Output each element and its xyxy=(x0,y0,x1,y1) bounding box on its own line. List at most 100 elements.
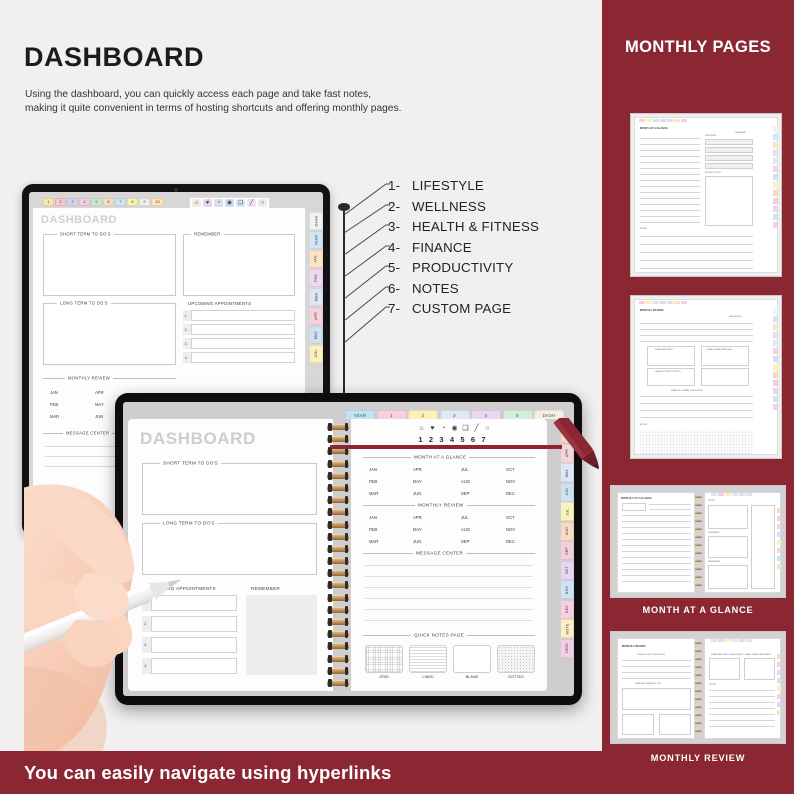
month-cell[interactable]: AUG xyxy=(461,479,470,484)
side-tab-grid[interactable]: GRID xyxy=(561,638,574,658)
month-cell[interactable]: MAR xyxy=(50,414,59,419)
quick-note-dotted-card[interactable] xyxy=(497,645,535,673)
month-cell[interactable]: MAY xyxy=(413,527,422,532)
side-tab-feb[interactable]: FEB xyxy=(310,269,323,287)
month-cell[interactable]: MAY xyxy=(413,479,422,484)
page-number-tab[interactable]: 5 xyxy=(91,198,102,206)
footer-banner: You can easily navigate using hyperlinks xyxy=(0,751,602,794)
month-cell[interactable]: MAR xyxy=(369,491,378,496)
month-cell[interactable]: DEC xyxy=(506,491,515,496)
top-tab-4[interactable]: 4 xyxy=(471,410,501,419)
top-tab-3[interactable]: 3 xyxy=(439,410,470,419)
month-cell[interactable]: MAY xyxy=(95,402,104,407)
month-cell[interactable]: JAN xyxy=(50,390,58,395)
thumbnail-month-at-a-glance-horizontal[interactable]: MONTHLY AT A GLANCE NOTES PRIORITIES REM… xyxy=(610,485,786,598)
month-cell[interactable]: FEB xyxy=(50,402,58,407)
side-tab-mar[interactable]: MAR xyxy=(310,288,323,306)
page-number-tab[interactable]: 2 xyxy=(55,198,66,206)
target-icon[interactable]: ◉ xyxy=(450,424,459,432)
month-cell[interactable]: JUL xyxy=(461,515,468,520)
long-term-todos-box[interactable] xyxy=(43,303,176,365)
month-cell[interactable]: AUG xyxy=(461,527,470,532)
page-number-tab[interactable]: 3 xyxy=(67,198,78,206)
side-tab-aug[interactable]: AUG xyxy=(561,521,574,541)
appointment-row[interactable] xyxy=(191,310,295,321)
page-number-tab[interactable]: 1 xyxy=(43,198,54,206)
month-cell[interactable]: APR xyxy=(413,467,422,472)
top-tab-2[interactable]: 2 xyxy=(408,410,438,419)
month-cell[interactable]: DEC xyxy=(506,539,515,544)
spiral-coil xyxy=(327,557,349,566)
appointment-row[interactable] xyxy=(191,324,295,335)
month-cell[interactable]: APR xyxy=(413,515,422,520)
month-cell[interactable]: JUN xyxy=(413,491,421,496)
month-cell[interactable]: SEP xyxy=(461,491,469,496)
month-cell[interactable]: OCT xyxy=(506,515,515,520)
month-cell[interactable]: MAR xyxy=(369,539,378,544)
month-cell[interactable]: OCT xyxy=(506,467,515,472)
page-number-tab-strip[interactable]: 1 2 3 4 5 6 7 8 9 10 xyxy=(43,198,164,206)
month-cell[interactable]: FEB xyxy=(369,479,377,484)
month-cell[interactable]: JUL xyxy=(461,467,468,472)
remember-box[interactable] xyxy=(183,234,295,296)
thumbnail-monthly-review-vertical[interactable]: MONTHLY REVIEW HIGHLIGHTS WHAT WENT WELL… xyxy=(630,295,782,459)
month-cell[interactable]: JUN xyxy=(95,414,103,419)
side-tab-may[interactable]: MAY xyxy=(310,326,323,344)
side-tab-apr[interactable]: APR xyxy=(310,307,323,325)
month-cell[interactable]: NOV xyxy=(506,479,515,484)
side-tab-jul[interactable]: JUL xyxy=(561,502,574,521)
pencil-icon[interactable]: ╱ xyxy=(472,424,481,432)
section-tab-strip-front[interactable]: YEAR 1 2 3 4 5 DASH xyxy=(345,410,564,419)
clock-icon[interactable]: ◔ xyxy=(214,199,223,207)
quick-note-blank-card[interactable] xyxy=(453,645,491,673)
appointment-row[interactable] xyxy=(191,338,295,349)
target-icon[interactable]: ◉ xyxy=(225,199,234,207)
side-tab-sep[interactable]: SEP xyxy=(561,541,574,560)
home-icon[interactable]: ⌂ xyxy=(192,199,201,207)
note-icon[interactable]: ❑ xyxy=(461,424,470,432)
top-tab-5[interactable]: 5 xyxy=(502,410,533,419)
page-number-tab[interactable]: 6 xyxy=(103,198,114,206)
pencil-icon[interactable]: ╱ xyxy=(247,199,256,207)
side-tab-nov[interactable]: NOV xyxy=(561,580,574,599)
appointment-row[interactable] xyxy=(191,352,295,363)
heart-icon[interactable]: ♥ xyxy=(428,424,437,432)
month-cell[interactable]: JAN xyxy=(369,515,377,520)
side-tab-jan[interactable]: JAN xyxy=(310,250,323,268)
heart-icon[interactable]: ♥ xyxy=(203,199,212,207)
month-cell[interactable]: APR xyxy=(95,390,104,395)
side-tab-label: OCT xyxy=(565,565,569,575)
top-tab-1[interactable]: 1 xyxy=(376,410,407,419)
side-tab-dash[interactable]: DASH xyxy=(310,212,323,230)
note-icon[interactable]: ❑ xyxy=(236,199,245,207)
quick-note-grid-card[interactable] xyxy=(365,645,403,673)
month-cell[interactable]: JAN xyxy=(369,467,377,472)
page-number-tab[interactable]: 7 xyxy=(115,198,126,206)
page-number-tab[interactable]: 4 xyxy=(79,198,90,206)
thumbnail-month-at-a-glance-vertical[interactable]: MONTH AT A GLANCE PRIORITIES CALENDAR MO… xyxy=(630,113,782,277)
side-tab-year[interactable]: YEAR xyxy=(310,231,323,249)
side-tab-dec[interactable]: DEC xyxy=(561,599,574,619)
home-icon[interactable]: ⌂ xyxy=(417,424,426,432)
month-cell[interactable]: SEP xyxy=(461,539,469,544)
clock-icon[interactable]: ◔ xyxy=(439,424,448,432)
side-tab-oct[interactable]: OCT xyxy=(561,560,574,580)
circle-icon[interactable]: ○ xyxy=(483,424,492,432)
thumbnail-monthly-review-horizontal[interactable]: MONTHLY REVIEW HIGHLIGHTS OF THE MONTH W… xyxy=(610,631,786,744)
circle-icon[interactable]: ○ xyxy=(258,199,267,207)
side-tab-jun[interactable]: JUN xyxy=(561,482,574,502)
planner-toolbar-front[interactable]: ⌂ ♥ ◔ ◉ ❑ ╱ ○ xyxy=(415,423,494,433)
side-tab-jun[interactable]: JUN xyxy=(310,345,323,363)
remember-panel-front[interactable] xyxy=(246,595,317,675)
page-number-tab[interactable]: 10 xyxy=(151,198,164,206)
page-number-tab[interactable]: 8 xyxy=(127,198,138,206)
page-number-tab[interactable]: 9 xyxy=(139,198,150,206)
month-cell[interactable]: JUN xyxy=(413,539,421,544)
month-cell[interactable]: FEB xyxy=(369,527,377,532)
quick-note-lined-card[interactable] xyxy=(409,645,447,673)
month-tab-rail-back[interactable]: DASH YEAR JAN FEB MAR APR MAY JUN xyxy=(310,212,323,363)
top-tab-year[interactable]: YEAR xyxy=(345,410,375,419)
month-cell[interactable]: NOV xyxy=(506,527,515,532)
side-tab-note[interactable]: NOTE xyxy=(561,619,574,638)
short-term-todos-box[interactable] xyxy=(43,234,176,296)
